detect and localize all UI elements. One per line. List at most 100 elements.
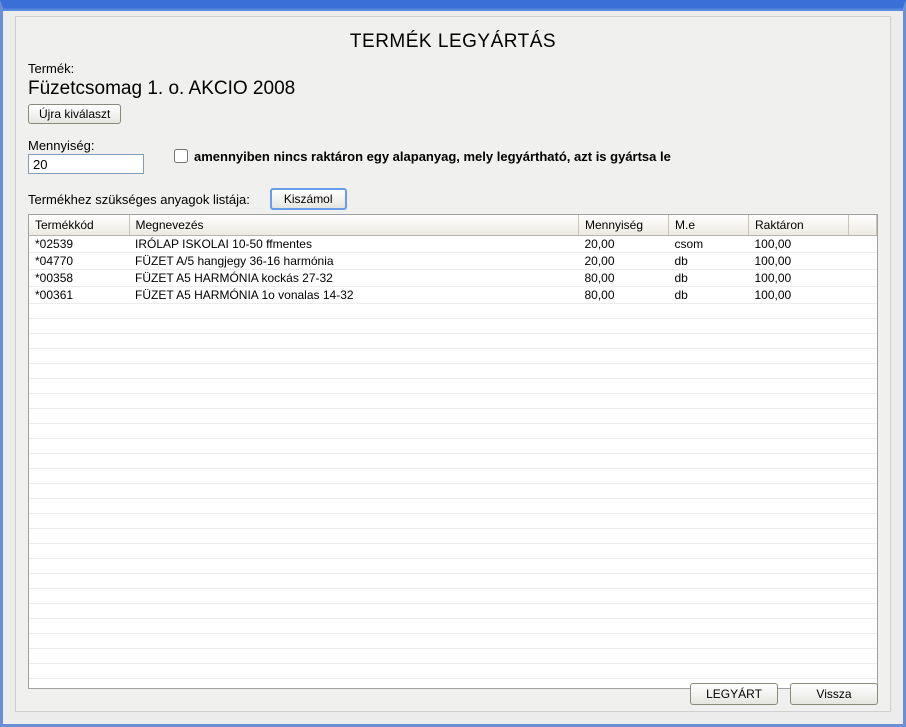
cell-blank: [849, 439, 877, 454]
table-row[interactable]: [29, 424, 877, 439]
table-row[interactable]: [29, 319, 877, 334]
cell-code: *02539: [29, 236, 129, 253]
cell-qty: 20,00: [579, 236, 669, 253]
cell-unit: [669, 469, 749, 484]
cell-blank: [849, 589, 877, 604]
cell-code: [29, 649, 129, 664]
table-row[interactable]: [29, 304, 877, 319]
table-row[interactable]: [29, 574, 877, 589]
cell-qty: 80,00: [579, 287, 669, 304]
col-header-name[interactable]: Megnevezés: [129, 215, 579, 236]
table-row[interactable]: [29, 334, 877, 349]
cell-unit: [669, 559, 749, 574]
cell-blank: [849, 619, 877, 634]
cell-code: [29, 574, 129, 589]
table-row[interactable]: [29, 394, 877, 409]
cell-code: [29, 679, 129, 690]
table-row[interactable]: [29, 604, 877, 619]
cell-stock: [749, 484, 849, 499]
cell-name: [129, 619, 579, 634]
cell-blank: [849, 334, 877, 349]
cell-name: [129, 634, 579, 649]
col-header-stock[interactable]: Raktáron: [749, 215, 849, 236]
table-row[interactable]: [29, 664, 877, 679]
cell-code: [29, 439, 129, 454]
col-header-unit[interactable]: M.e: [669, 215, 749, 236]
cell-blank: [849, 634, 877, 649]
cell-qty: [579, 379, 669, 394]
cell-qty: [579, 439, 669, 454]
table-row[interactable]: [29, 454, 877, 469]
cell-name: [129, 664, 579, 679]
cell-stock: [749, 364, 849, 379]
table-row[interactable]: [29, 349, 877, 364]
table-row[interactable]: [29, 379, 877, 394]
cell-blank: [849, 484, 877, 499]
cell-qty: [579, 334, 669, 349]
table-row[interactable]: [29, 499, 877, 514]
produce-button[interactable]: LEGYÁRT: [690, 683, 778, 705]
cell-name: FÜZET A/5 hangjegy 36-16 harmónia: [129, 253, 579, 270]
table-row[interactable]: [29, 619, 877, 634]
produce-missing-checkbox[interactable]: [174, 149, 188, 163]
table-row[interactable]: [29, 514, 877, 529]
cell-code: [29, 604, 129, 619]
cell-name: [129, 439, 579, 454]
table-row[interactable]: *00361FÜZET A5 HARMÓNIA 1o vonalas 14-32…: [29, 287, 877, 304]
materials-grid[interactable]: Termékkód Megnevezés Mennyiség M.e Raktá…: [28, 214, 878, 689]
reselect-button[interactable]: Újra kiválaszt: [28, 104, 121, 124]
cell-code: [29, 424, 129, 439]
table-row[interactable]: [29, 409, 877, 424]
table-row[interactable]: [29, 469, 877, 484]
table-row[interactable]: [29, 544, 877, 559]
table-row[interactable]: [29, 649, 877, 664]
cell-name: [129, 409, 579, 424]
cell-unit: [669, 619, 749, 634]
cell-stock: [749, 664, 849, 679]
table-row[interactable]: [29, 484, 877, 499]
materials-list-label: Termékhez szükséges anyagok listája:: [28, 192, 250, 207]
col-header-qty[interactable]: Mennyiség: [579, 215, 669, 236]
cell-name: IRÓLAP ISKOLAI 10-50 ffmentes: [129, 236, 579, 253]
table-row[interactable]: [29, 589, 877, 604]
cell-name: [129, 319, 579, 334]
cell-qty: [579, 589, 669, 604]
cell-unit: [669, 664, 749, 679]
cell-code: [29, 454, 129, 469]
back-button[interactable]: Vissza: [790, 683, 878, 705]
cell-name: FÜZET A5 HARMÓNIA kockás 27-32: [129, 270, 579, 287]
cell-qty: 20,00: [579, 253, 669, 270]
col-header-code[interactable]: Termékkód: [29, 215, 129, 236]
table-row[interactable]: *00358FÜZET A5 HARMÓNIA kockás 27-3280,0…: [29, 270, 877, 287]
table-row[interactable]: [29, 559, 877, 574]
cell-unit: [669, 604, 749, 619]
cell-blank: [849, 424, 877, 439]
produce-missing-checkbox-row[interactable]: amennyiben nincs raktáron egy alapanyag,…: [174, 149, 671, 164]
cell-stock: [749, 319, 849, 334]
cell-blank: [849, 514, 877, 529]
window-frame: TERMÉK LEGYÁRTÁS Termék: Füzetcsomag 1. …: [0, 0, 906, 727]
table-row[interactable]: [29, 364, 877, 379]
cell-blank: [849, 574, 877, 589]
cell-stock: [749, 469, 849, 484]
table-row[interactable]: [29, 439, 877, 454]
quantity-input[interactable]: [28, 154, 144, 174]
table-row[interactable]: [29, 529, 877, 544]
table-row[interactable]: [29, 634, 877, 649]
dialog-content: TERMÉK LEGYÁRTÁS Termék: Füzetcsomag 1. …: [15, 16, 891, 712]
cell-unit: csom: [669, 236, 749, 253]
cell-name: [129, 604, 579, 619]
cell-unit: [669, 649, 749, 664]
cell-qty: [579, 304, 669, 319]
table-row[interactable]: *02539IRÓLAP ISKOLAI 10-50 ffmentes20,00…: [29, 236, 877, 253]
cell-name: [129, 304, 579, 319]
table-row[interactable]: *04770FÜZET A/5 hangjegy 36-16 harmónia2…: [29, 253, 877, 270]
cell-unit: [669, 364, 749, 379]
calculate-button[interactable]: Kiszámol: [270, 188, 347, 210]
cell-code: [29, 379, 129, 394]
cell-unit: [669, 334, 749, 349]
cell-name: [129, 649, 579, 664]
cell-stock: 100,00: [749, 236, 849, 253]
cell-qty: [579, 529, 669, 544]
materials-header-row: Termékhez szükséges anyagok listája: Kis…: [28, 188, 878, 210]
